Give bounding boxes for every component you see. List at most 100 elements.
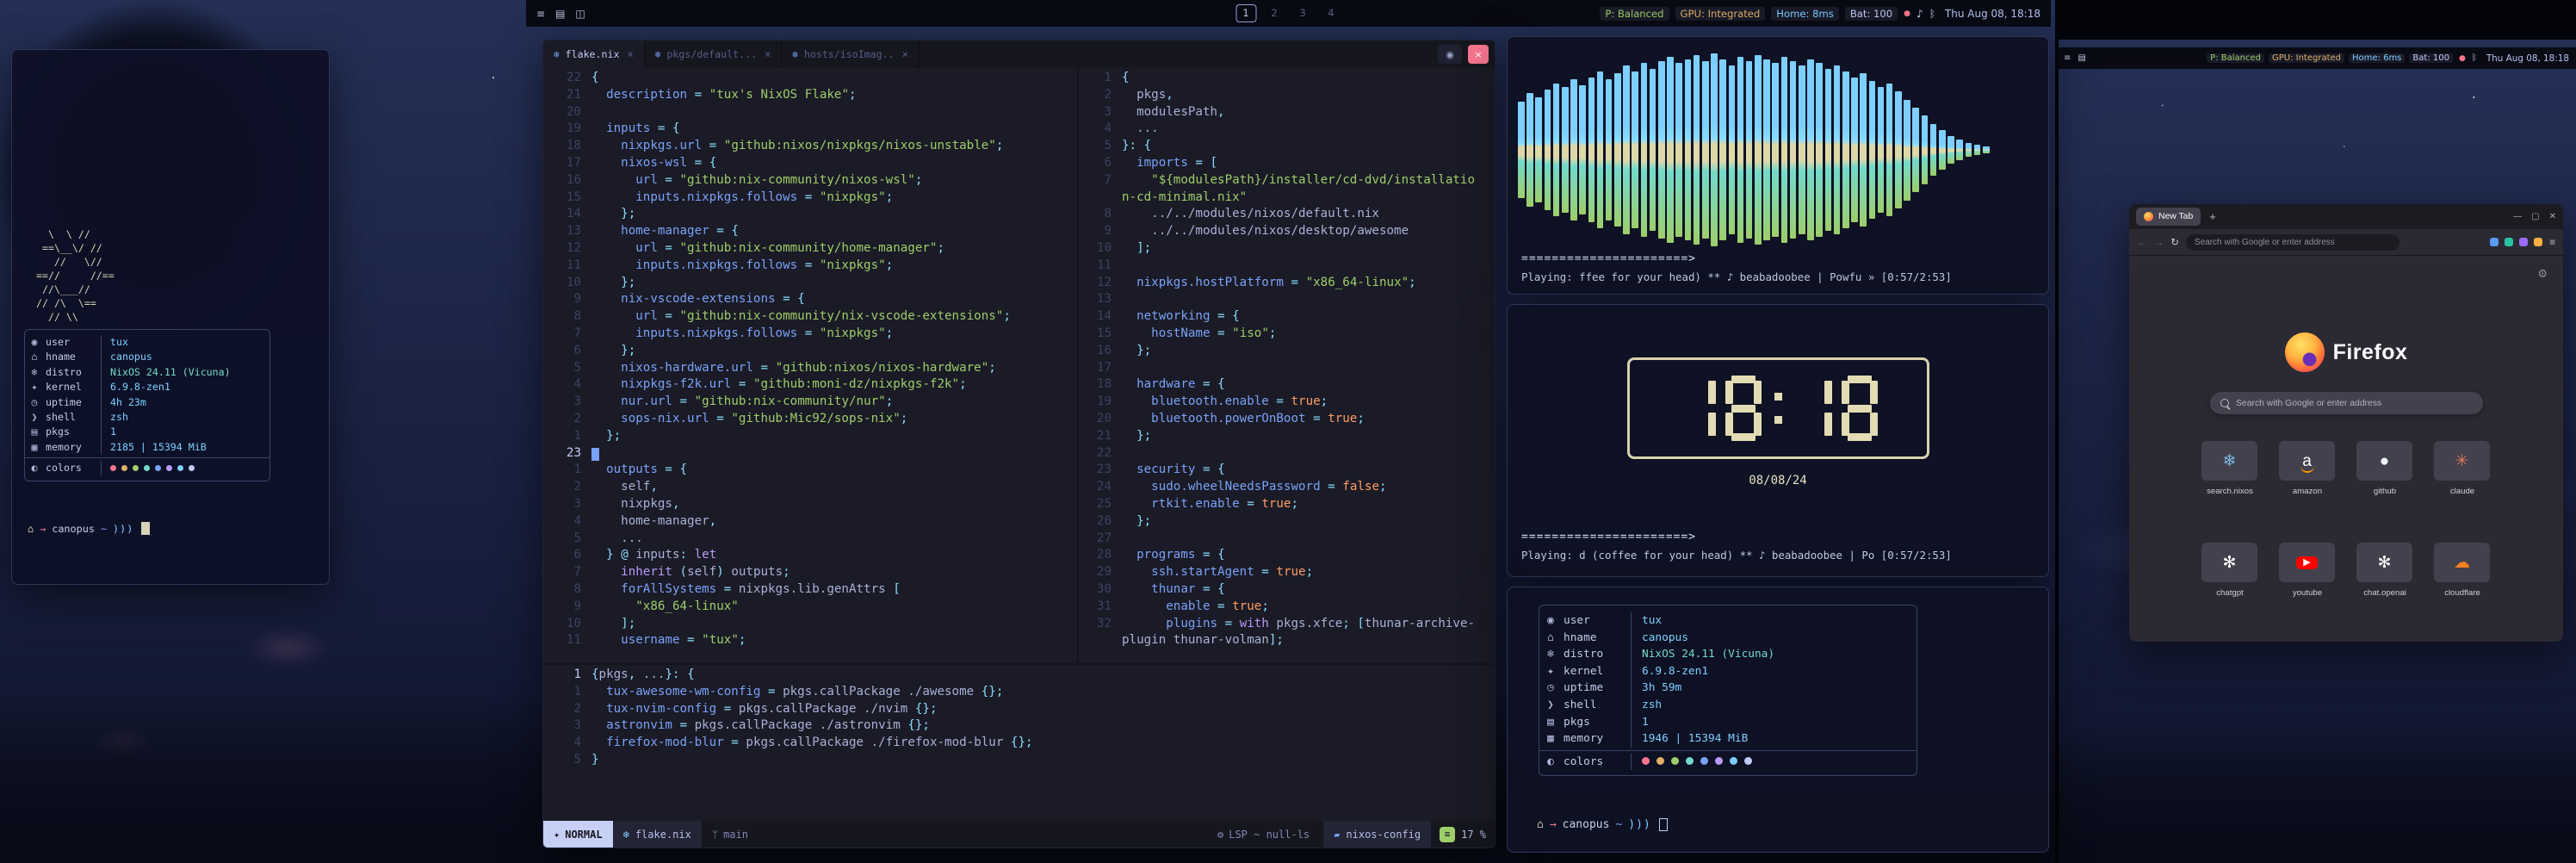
viz-bar [1974,145,1981,155]
shortcut-youtube[interactable]: ▶ [2279,543,2335,582]
mode-indicator: ✦ NORMAL [543,821,613,847]
buffer-tab-pkgs/default...[interactable]: ❄pkgs/default...× [645,40,783,68]
lsp-label: LSP ~ null-ls [1229,829,1310,841]
code-line: 15 inputs.nixpkgs.follows = "nixpkgs"; [543,189,1075,207]
toggle-button[interactable]: ◉ [1438,45,1462,64]
now-playing-ticker: Playing: d (coffee for your head) ** ♪ b… [1521,549,1952,562]
project-badge: ▰ nixos-config [1323,821,1431,847]
code-line: 5} [543,752,1495,769]
code-line: 2 sops-nix.url = "github:Mic92/sops-nix"… [543,411,1075,428]
close-window-button[interactable]: × [1468,45,1489,64]
extension-icon[interactable] [2505,238,2513,246]
code-pane-flake-nix[interactable]: 22{21 description = "tux's NixOS Flake";… [543,68,1075,663]
color-dot [133,465,139,471]
code-line: 10 }; [543,275,1075,292]
shortcut-amazon[interactable]: a [2279,441,2335,481]
shortcut-chat.openai[interactable]: ✻ [2356,543,2412,582]
code-line: 25 rtkit.enable = true; [1079,496,1495,513]
extension-icon[interactable] [2519,238,2528,246]
address-bar[interactable]: Search with Google or enter address [2186,234,2400,251]
code-pane-iso-image[interactable]: 1{2 pkgs,3 modulesPath,4 ...5}: {6 impor… [1077,68,1495,663]
shortcut-label: github [2346,487,2424,496]
menu-icon[interactable]: ≡ [536,8,545,20]
code-pane-pkgs-default[interactable]: 1{pkgs, ...}: {1 tux-awesome-wm-config =… [543,663,1495,823]
tab-new-tab[interactable]: New Tab [2136,208,2201,226]
code-line: 8 url = "github:nix-community/nix-vscode… [543,308,1075,326]
code-line: 5}: { [1079,138,1495,155]
viz-bar [1746,61,1753,239]
shortcut-chatgpt[interactable]: ✻ [2201,543,2257,582]
fetch-label: uptime [44,395,102,410]
terminal-cursor [1659,818,1668,831]
shortcut-search.nixos[interactable]: ❄ [2201,441,2257,481]
buffer-tab-hosts/isoImag..[interactable]: ❄hosts/isoImag..× [782,40,920,68]
fetch-value: tux [102,335,128,350]
terminal-cursor [141,522,150,535]
now-playing-ticker: Playing: ffee for your head) ** ♪ beabad… [1521,270,1952,283]
close-tab-icon[interactable]: × [902,48,908,60]
workspace-2[interactable]: 2 [1264,4,1285,22]
home-icon: ⌂ [28,523,34,535]
close-button[interactable]: ✕ [2549,212,2556,221]
code-line: 3 nur.url = "github:nix-community/nur"; [543,394,1075,411]
record-icon[interactable]: ● [2459,54,2466,63]
code-line: 32 plugins = with pkgs.xfce; [thunar-arc… [1079,616,1495,633]
memory-icon: ▦ [1539,730,1562,748]
shortcut-github[interactable]: ● [2356,441,2412,481]
youtube-icon: ▶ [2296,556,2317,569]
grid-icon[interactable]: ▤ [555,8,565,20]
back-button[interactable]: ← [2137,237,2147,248]
shell-prompt: ⌂ → canopus ~ ))) [28,522,150,535]
bluetooth-icon[interactable]: ᛒ [1929,8,1935,20]
fetch-label: hname [44,350,102,364]
fetch-row-pkgs: ▤pkgs1 [25,425,269,439]
seven-segment-clock [1627,357,1929,459]
grid-icon[interactable]: ▤ [2078,53,2085,63]
fetch-row-colors: ◐colors [1539,754,1917,771]
viz-bar [1641,63,1648,236]
fetch-value: 2185 | 15394 MiB [102,440,207,455]
minimize-button[interactable]: — [2513,212,2522,221]
firefox-window[interactable]: New Tab + — ▢ ✕ ← → ↻ Search with Google… [2129,204,2563,642]
firefox-wordmark: Firefox [2333,340,2408,365]
close-tab-icon[interactable]: × [765,48,771,60]
workspace-3[interactable]: 3 [1292,4,1313,22]
code-line: 4 firefox-mod-blur = pkgs.callPackage ./… [543,735,1495,752]
new-tab-page: ⚙ Firefox Search with Google or enter ad… [2129,257,2563,642]
maximize-button[interactable]: ▢ [2531,212,2539,221]
extension-icon[interactable] [2534,238,2542,246]
search-input[interactable]: Search with Google or enter address [2210,392,2483,414]
viz-bar [1869,81,1876,218]
menu-button[interactable]: ≡ [2549,237,2555,248]
shortcut-label: chatgpt [2191,588,2269,598]
file-name: flake.nix [635,829,691,841]
editor-window[interactable]: ❄flake.nix×❄pkgs/default...×❄hosts/isoIm… [542,40,1495,848]
extension-icon[interactable] [2490,238,2499,246]
workspace-4[interactable]: 4 [1321,4,1341,22]
new-tab-button[interactable]: + [2209,210,2216,223]
personalize-gear-icon[interactable]: ⚙ [2537,267,2548,281]
bluetooth-icon[interactable]: ᛒ [2472,53,2477,63]
code-line: 7 inherit (self) outputs; [543,564,1075,581]
record-icon[interactable]: ● [1904,9,1910,18]
terminal-window[interactable]: \ \ // ==\__\/ // // \// ==// //== //\__… [11,49,330,585]
fetch-row-memory: ▦memory1946 | 15394 MiB [1539,730,1917,748]
shortcut-claude[interactable]: ✳ [2434,441,2490,481]
palette-icon: ◐ [1539,754,1562,771]
fetch-value: zsh [102,410,128,425]
layout-icon[interactable]: ◫ [575,8,585,20]
refresh-button[interactable]: ↻ [2170,236,2179,248]
date-display: 08/08/24 [1508,474,2048,487]
menu-icon[interactable]: ≡ [2064,53,2071,63]
viz-bar [1719,59,1726,241]
color-dot [166,465,172,471]
code-line: 1{ [1079,70,1495,87]
music-icon[interactable]: ♪ [1917,8,1923,20]
code-line: 9 "x86_64-linux" [543,599,1075,616]
workspace-1[interactable]: 1 [1235,4,1256,22]
close-tab-icon[interactable]: × [627,48,633,60]
shortcut-cloudflare[interactable]: ☁ [2434,543,2490,582]
forward-button[interactable]: → [2154,237,2164,248]
code-line: 30 thunar = { [1079,581,1495,599]
buffer-tab-flake.nix[interactable]: ❄flake.nix× [543,40,645,68]
